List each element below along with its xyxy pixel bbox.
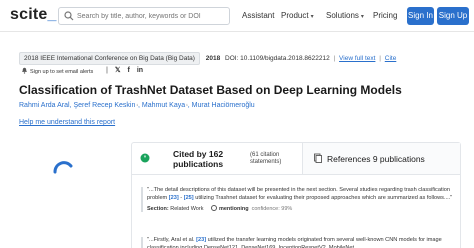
separator: | bbox=[106, 67, 108, 74]
top-navbar: scite_ Assistant Product▾ Solutions▾ Pri… bbox=[0, 0, 474, 32]
email-alerts-link[interactable]: Sign up to set email alerts bbox=[21, 67, 93, 77]
mentioning-badge: mentioning bbox=[218, 206, 249, 213]
loading-spinner-icon bbox=[53, 161, 73, 174]
search-icon bbox=[64, 11, 74, 21]
author-link[interactable]: Rahmi Arda Aral bbox=[19, 102, 70, 109]
chevron-down-icon: ▾ bbox=[310, 14, 314, 20]
tab-references[interactable]: References 9 publications bbox=[302, 143, 460, 174]
author-link[interactable]: Murat Haciömeroğlu bbox=[192, 102, 255, 109]
document-icon bbox=[314, 153, 322, 163]
paper-meta-row: 2018 IEEE International Conference on Bi… bbox=[19, 52, 396, 66]
citation-tabs: " Cited by 162 publications (61 citation… bbox=[132, 143, 460, 175]
quote-bubble-icon: " bbox=[140, 153, 150, 163]
paper-title: Classification of TrashNet Dataset Based… bbox=[19, 83, 402, 97]
citation-statement: "...The detail descriptions of this data… bbox=[141, 187, 453, 213]
venue-badge[interactable]: 2018 IEEE International Conference on Bi… bbox=[19, 52, 200, 65]
doi-text: DOI: 10.1109/bigdata.2018.8622212 bbox=[225, 55, 330, 62]
search-box[interactable] bbox=[58, 7, 230, 25]
citation-meta: Section: Related Work mentioning confiden… bbox=[147, 205, 293, 213]
linkedin-share-icon[interactable]: in bbox=[137, 67, 143, 74]
citation-quote: "...Firstly, Aral et al. [23] utilized t… bbox=[147, 237, 442, 248]
x-share-icon[interactable]: 𝕏 bbox=[115, 66, 121, 74]
nav-solutions[interactable]: Solutions ▾ bbox=[326, 11, 364, 20]
cited-by-label: Cited by 162 publications bbox=[173, 149, 224, 169]
bell-icon bbox=[22, 67, 27, 74]
citation-statements-count: (61 citation statements) bbox=[250, 152, 282, 165]
nav-pricing[interactable]: Pricing bbox=[373, 11, 397, 20]
mentioning-icon bbox=[210, 205, 217, 212]
nav-assistant[interactable]: Assistant bbox=[242, 11, 274, 20]
citation-quote: "...The detail descriptions of this data… bbox=[147, 187, 453, 201]
author-link[interactable]: Mahmut Kaya bbox=[142, 102, 185, 109]
scite-logo[interactable]: scite_ bbox=[10, 6, 57, 24]
author-list: Rahmi Arda Aral, Şeref Recep Keskin¹, Ma… bbox=[19, 102, 255, 109]
sign-up-button[interactable]: Sign Up bbox=[437, 7, 469, 25]
svg-text:": " bbox=[143, 155, 146, 163]
references-label: References 9 publications bbox=[327, 154, 425, 164]
publication-year: 2018 bbox=[205, 55, 221, 62]
tab-cited-by[interactable]: " Cited by 162 publications (61 citation… bbox=[132, 143, 302, 174]
separator: | bbox=[333, 55, 336, 62]
citation-statement: "...Firstly, Aral et al. [23] utilized t… bbox=[141, 237, 453, 248]
help-understand-link[interactable]: Help me understand this report bbox=[19, 119, 115, 126]
reference-link[interactable]: [25] bbox=[184, 195, 194, 201]
confidence-text: confidence: 99% bbox=[251, 206, 293, 213]
author-link[interactable]: Şeref Recep Keskin bbox=[73, 102, 135, 109]
search-input[interactable] bbox=[77, 8, 227, 24]
separator: | bbox=[379, 55, 381, 62]
citation-panel: " Cited by 162 publications (61 citation… bbox=[131, 142, 461, 248]
chevron-down-icon: ▾ bbox=[360, 14, 364, 20]
sign-in-button[interactable]: Sign In bbox=[407, 7, 434, 25]
view-full-text-link[interactable]: View full text bbox=[339, 55, 375, 62]
cite-link[interactable]: Cite bbox=[385, 55, 397, 62]
share-links: | 𝕏 f in bbox=[104, 66, 148, 76]
nav-product[interactable]: Product ▾ bbox=[281, 11, 314, 20]
reference-link[interactable]: [23] bbox=[169, 195, 179, 201]
reference-link[interactable]: [23] bbox=[196, 237, 206, 243]
facebook-share-icon[interactable]: f bbox=[128, 67, 130, 74]
